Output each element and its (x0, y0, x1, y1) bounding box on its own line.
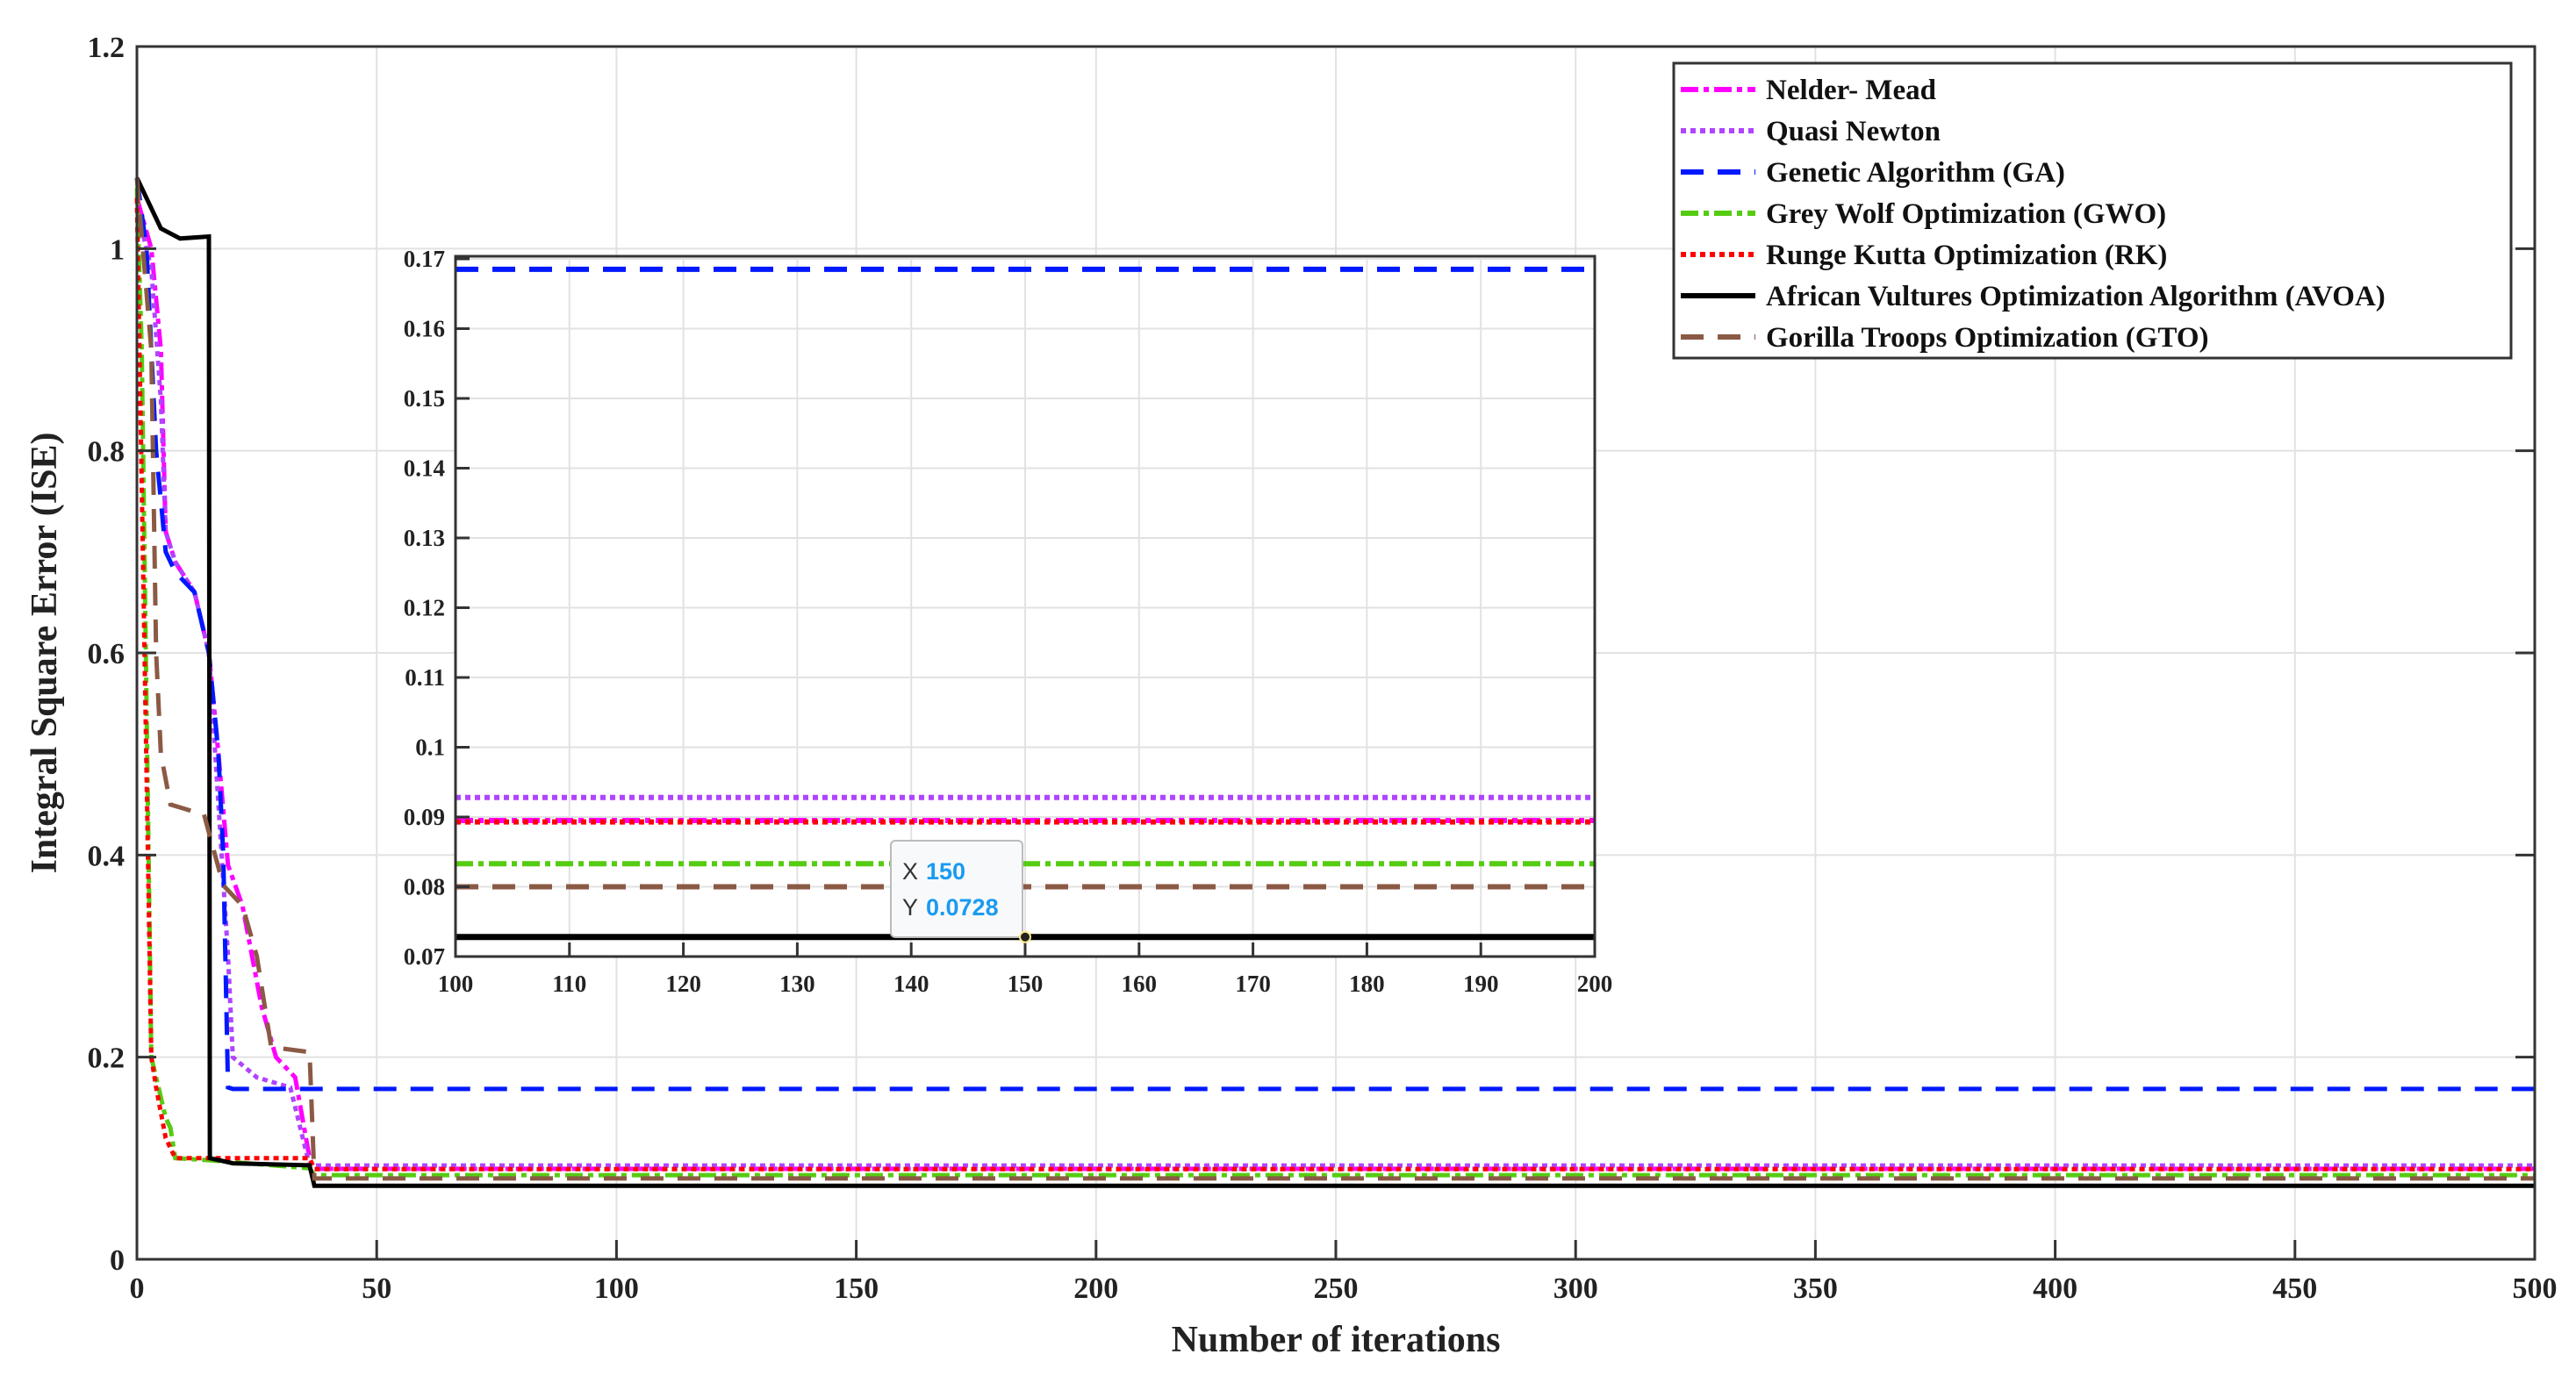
legend-label-6: Gorilla Troops Optimization (GTO) (1766, 322, 2209, 354)
inset-y-tick-label: 0.17 (404, 246, 445, 272)
inset-y-tick-label: 0.13 (404, 525, 445, 551)
y-tick-label: 0.2 (88, 1043, 126, 1075)
inset-y-tick-label: 0.12 (404, 595, 445, 621)
datatip-y-value: 0.0728 (926, 894, 999, 921)
x-tick-label: 300 (1553, 1272, 1598, 1305)
inset-x-tick-label: 150 (1008, 971, 1044, 997)
convergence-chart: 0 50 100 150 200 250 300 350 400 450 500 0 0.2 0.4 0.6… (25, 32, 2558, 1360)
inset-x-tick-label: 130 (779, 971, 815, 997)
inset-x-tick-label: 100 (438, 971, 474, 997)
x-tick-label: 50 (362, 1272, 391, 1305)
datatip-marker[interactable] (1019, 930, 1031, 943)
legend-label-1: Quasi Newton (1766, 116, 1941, 147)
y-axis-label: Integral Square Error (ISE) (25, 433, 65, 874)
inset-y-tick-label: 0.11 (405, 664, 445, 691)
inset-y-tick-label: 0.1 (415, 735, 445, 761)
x-tick-label: 150 (834, 1272, 879, 1305)
legend-label-0: Nelder- Mead (1766, 75, 1936, 106)
datatip-y-key: Y (902, 894, 918, 921)
datatip-x-value: 150 (926, 858, 965, 885)
y-tick-label: 0.6 (88, 638, 126, 670)
x-tick-label: 500 (2513, 1272, 2558, 1305)
inset-x-tick-label: 110 (552, 971, 586, 997)
inset-y-tick-label: 0.07 (404, 943, 445, 970)
legend-label-4: Runge Kutta Optimization (RK) (1766, 240, 2167, 271)
inset-y-tick-label: 0.15 (404, 385, 445, 412)
inset-x-tick-label: 180 (1349, 971, 1385, 997)
inset-x-tick-label: 160 (1122, 971, 1158, 997)
inset-y-tick-label: 0.09 (404, 804, 445, 830)
datatip-box (890, 840, 1023, 938)
legend-label-2: Genetic Algorithm (GA) (1766, 157, 2065, 189)
inset-x-tick-label: 120 (665, 971, 701, 997)
inset-y-tick-label: 0.08 (404, 874, 445, 900)
y-tick-label: 1 (110, 233, 125, 266)
x-tick-label: 100 (594, 1272, 639, 1305)
x-tick-label: 350 (1793, 1272, 1838, 1305)
inset-x-tick-label: 170 (1235, 971, 1271, 997)
inset-x-tick-label: 140 (893, 971, 929, 997)
y-tick-label: 0.4 (88, 840, 126, 872)
datatip[interactable]: X 150 Y 0.0728 (890, 840, 1031, 943)
y-tick-label: 1.2 (88, 32, 126, 64)
inset-y-tick-label: 0.14 (404, 455, 445, 482)
x-tick-label: 200 (1073, 1272, 1118, 1305)
x-axis-label: Number of iterations (1172, 1320, 1501, 1360)
y-tick-label: 0 (110, 1244, 125, 1277)
legend-label-5: African Vultures Optimization Algorithm … (1766, 281, 2386, 312)
legend: Nelder- Mead Quasi Newton Genetic Algorith… (1672, 61, 2513, 360)
inset-x-tick-label: 190 (1463, 971, 1499, 997)
x-tick-label: 0 (130, 1272, 145, 1305)
inset-x-tick-label: 200 (1577, 971, 1613, 997)
x-tick-label: 250 (1314, 1272, 1359, 1305)
inset-y-tick-label: 0.16 (404, 316, 445, 342)
datatip-x-key: X (902, 858, 918, 885)
legend-label-3: Grey Wolf Optimization (GWO) (1766, 198, 2166, 230)
y-tick-label: 0.8 (88, 436, 126, 469)
x-tick-label: 450 (2272, 1272, 2317, 1305)
x-tick-label: 400 (2033, 1272, 2077, 1305)
